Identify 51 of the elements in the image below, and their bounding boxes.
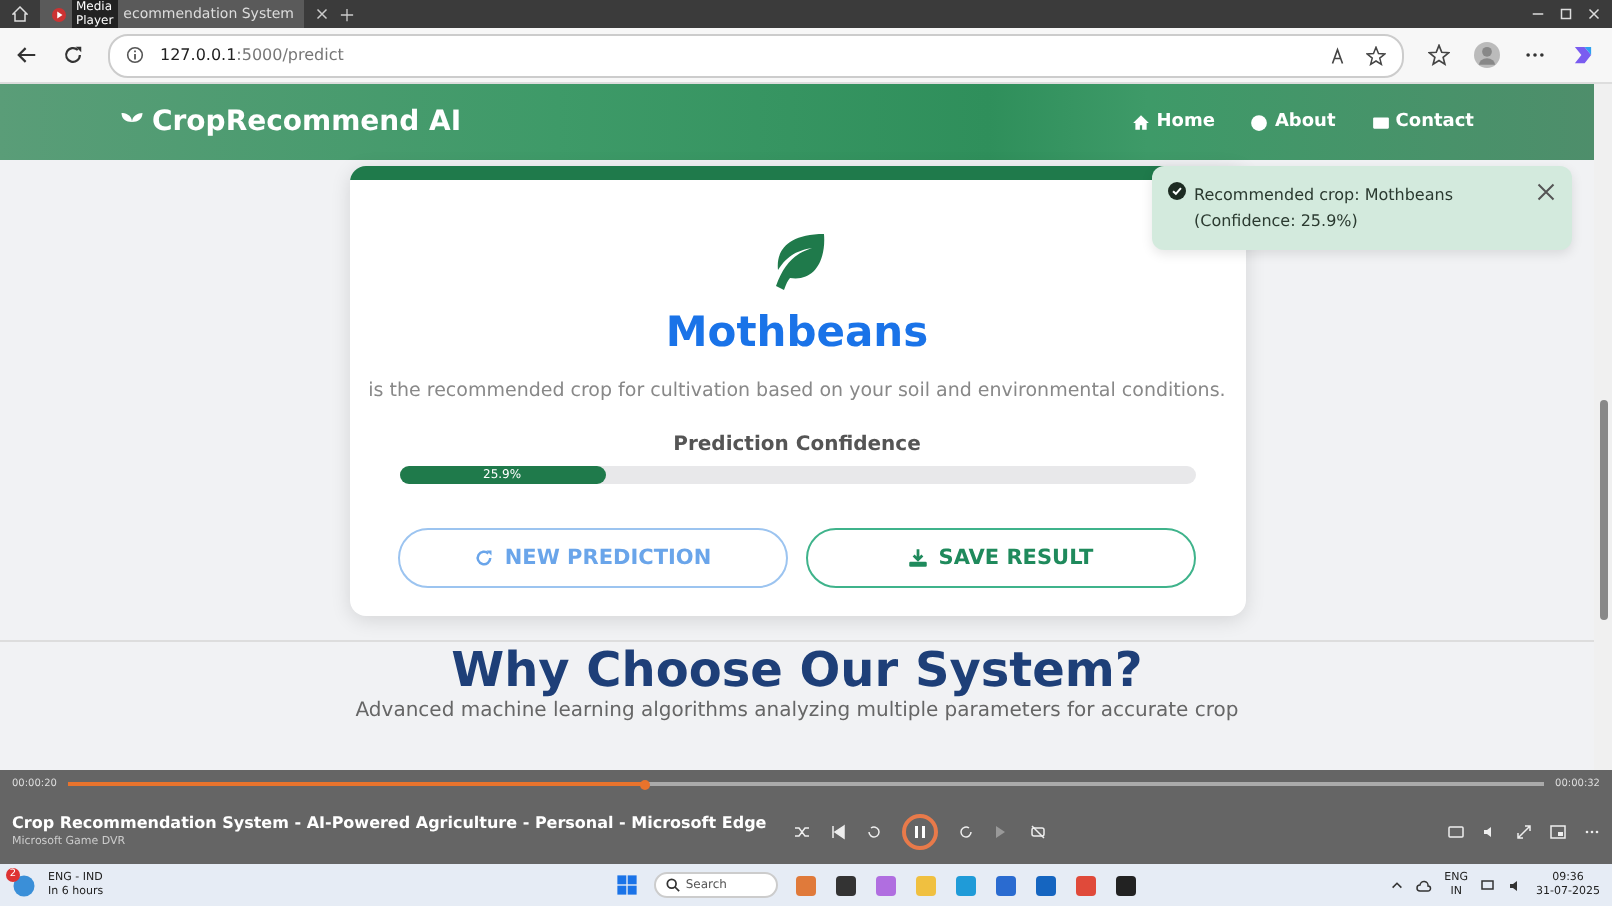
nav-link[interactable]: Contact: [1371, 112, 1474, 132]
reload-icon: [62, 44, 84, 66]
mini-player-icon: [1550, 823, 1566, 839]
plus-icon: [340, 7, 354, 21]
envelope-icon: [1371, 113, 1390, 131]
close-icon: [1588, 8, 1600, 20]
fullscreen-icon: [1516, 823, 1532, 839]
toast-message: Recommended crop: Mothbeans (Confidence: 25.9%): [1194, 184, 1455, 234]
favorites-icon: [1428, 44, 1450, 66]
windows-start-icon: [615, 874, 638, 896]
info-icon: [126, 46, 144, 64]
restore-icon: [1560, 8, 1572, 20]
crop-name: Mothbeans: [665, 308, 929, 356]
minimize-icon: [1532, 8, 1544, 20]
copilot-icon: [1570, 42, 1596, 68]
previous-icon: [830, 823, 847, 839]
weather-icon: [12, 873, 36, 897]
home-icon: [1132, 113, 1151, 131]
refresh-icon: [474, 548, 495, 568]
rewind-icon: [866, 823, 883, 839]
scrollbar-thumb[interactable]: [1599, 400, 1607, 620]
confidence-label: Prediction Confidence: [673, 434, 921, 456]
app-icon[interactable]: [833, 873, 858, 897]
close-icon: [316, 8, 328, 20]
download-icon: [908, 548, 929, 568]
star-icon: [1366, 45, 1386, 65]
chevron-up-icon: [1390, 878, 1405, 892]
nav-link[interactable]: About: [1250, 112, 1336, 132]
section-subtitle: Advanced machine learning algorithms analyzing multiple parameters for accurate crop: [355, 700, 1239, 722]
forward-icon: [958, 823, 975, 839]
save-button[interactable]: SAVE RESULT: [806, 528, 1196, 588]
check-circle-icon: [1168, 182, 1186, 200]
section-heading: Why Choose Our System?: [451, 642, 1143, 698]
pause-button[interactable]: [902, 813, 939, 849]
play-icon: [52, 7, 66, 21]
pause-icon: [912, 823, 929, 839]
repeat-off-icon: [1030, 823, 1047, 839]
subtitles-icon: [1448, 823, 1464, 839]
cloud-icon: [1416, 877, 1433, 893]
url-text: 127.0.0.1:5000/predict: [160, 46, 344, 64]
nav-link[interactable]: Home: [1132, 112, 1215, 132]
home-icon: [12, 6, 28, 22]
video-title: Crop Recommendation System - AI-Powered Agriculture - Personal - Microsoft Edge: [12, 814, 767, 832]
circle-icon: [1250, 113, 1269, 131]
shuffle-icon: [794, 823, 811, 839]
search-icon: [665, 878, 680, 892]
close-icon[interactable]: [1536, 182, 1556, 202]
back-icon: [16, 44, 38, 66]
address-bar[interactable]: 127.0.0.1:5000/predict: [108, 33, 1404, 77]
profile-avatar-icon: [1474, 42, 1500, 68]
result-description: is the recommended crop for cultivation based on your soil and environmental conditions.: [368, 380, 1226, 402]
